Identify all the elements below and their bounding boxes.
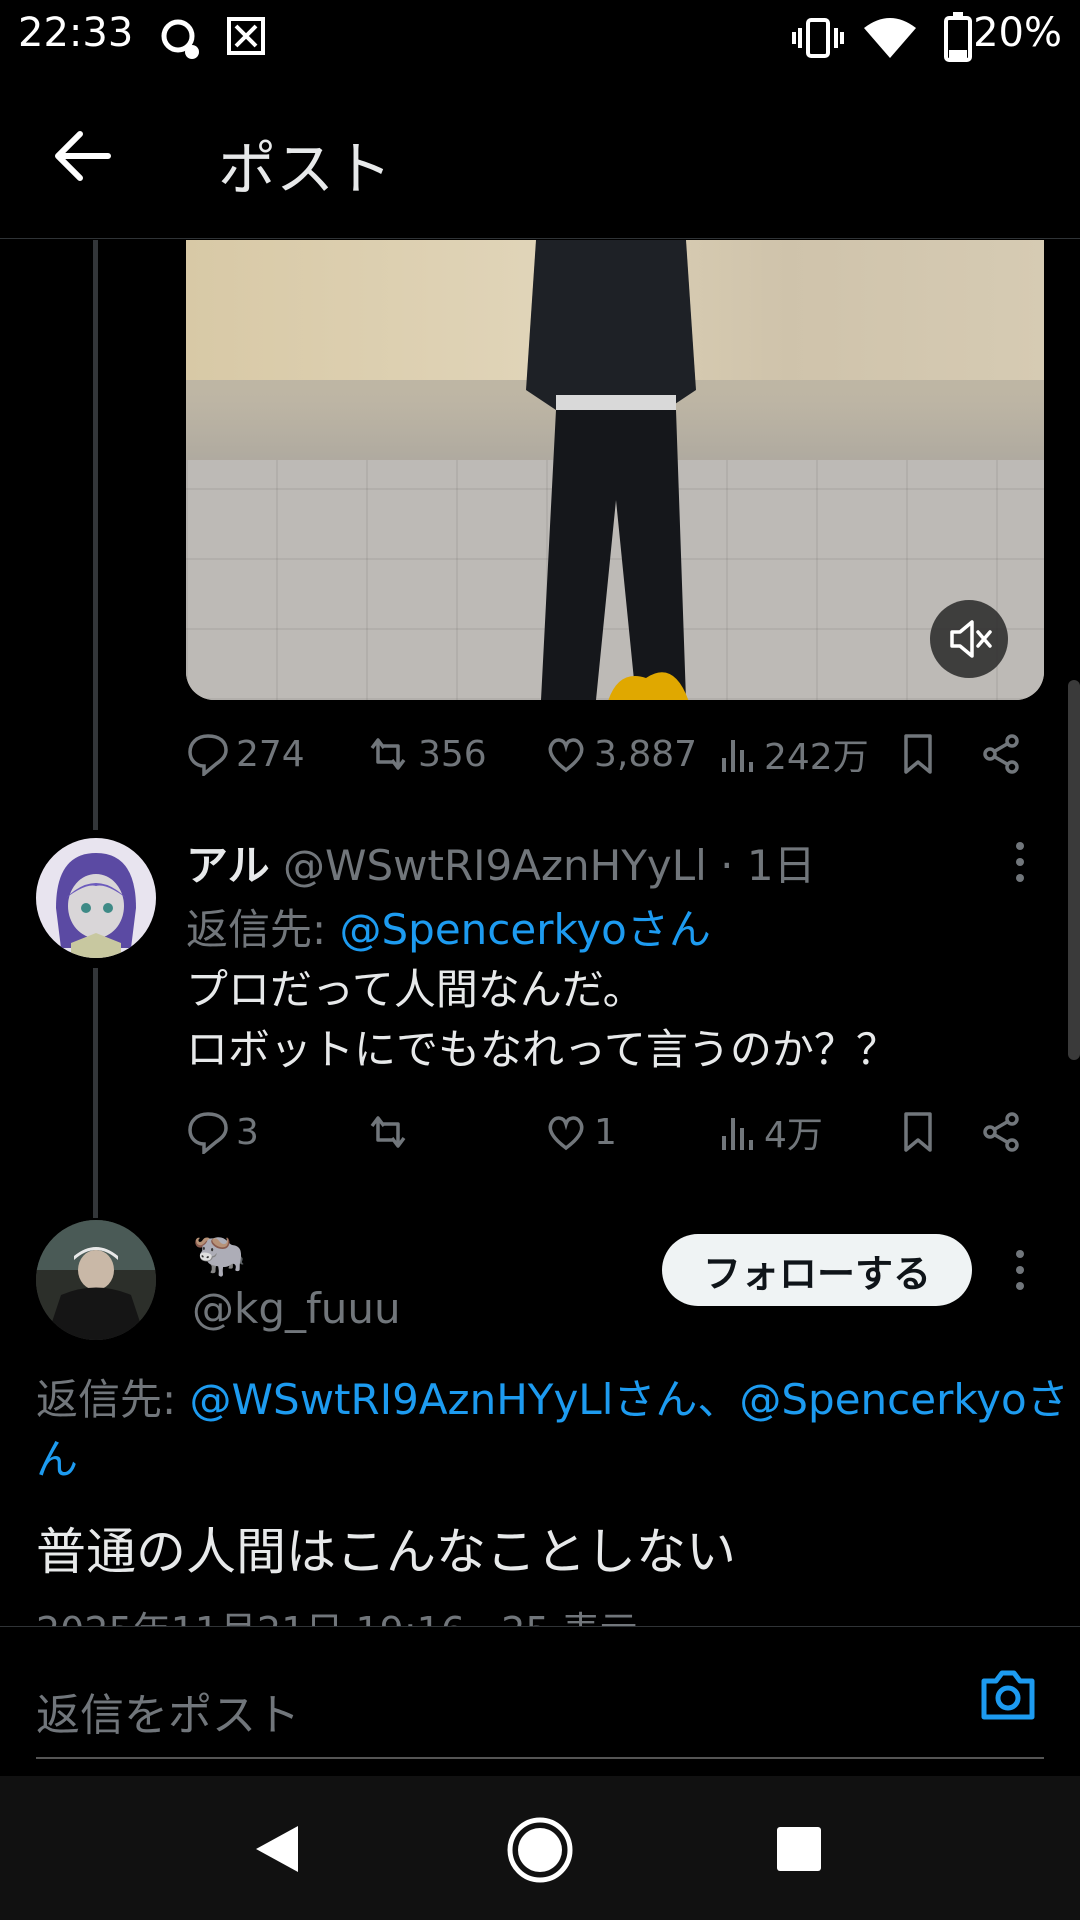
- post-video[interactable]: [186, 240, 1044, 700]
- like-count: 3,887: [594, 733, 698, 775]
- views-icon: [722, 1118, 753, 1150]
- reply-to-links-cont[interactable]: ん: [36, 1435, 78, 1484]
- reply-icon: [188, 734, 228, 776]
- status-bar: 22:33 20%: [0, 0, 1080, 76]
- reply-input[interactable]: 返信をポスト: [36, 1679, 300, 1743]
- nav-home-icon[interactable]: [506, 1816, 574, 1884]
- vibrate-icon: [792, 18, 844, 58]
- avatar-reply2[interactable]: [36, 1220, 156, 1340]
- follow-button[interactable]: フォローする: [662, 1234, 972, 1306]
- page-title: ポスト: [218, 135, 393, 203]
- repost-count: 356: [418, 733, 487, 775]
- like-button[interactable]: 3,887: [544, 724, 697, 784]
- views-count: 242万: [764, 737, 869, 778]
- nav-recents-icon[interactable]: [776, 1826, 822, 1872]
- reply-icon: [188, 1112, 228, 1154]
- video-glove: [608, 672, 689, 700]
- reply-to-link[interactable]: @Spencerkyoさん: [340, 905, 711, 954]
- reply1-handle[interactable]: @WSwtRI9AznHYyLl: [283, 841, 707, 890]
- reply1-header: アル @WSwtRI9AznHYyLl · 1日: [186, 832, 816, 893]
- reply2-text: 普通の人間はこんなことしない: [36, 1523, 736, 1581]
- thread-line: [93, 968, 98, 1218]
- app-notification-icon: [161, 19, 199, 59]
- share-icon: [983, 1112, 1019, 1152]
- heart-icon: [548, 738, 584, 773]
- reply-count: 3: [236, 1111, 259, 1153]
- reply2-name[interactable]: 🐃: [192, 1228, 247, 1280]
- reply-count: 274: [236, 733, 305, 775]
- reply-button[interactable]: 274: [186, 724, 305, 784]
- video-person: [526, 240, 696, 700]
- composer-underline: [36, 1757, 1044, 1759]
- repost-button[interactable]: 356: [364, 724, 487, 784]
- reply-button[interactable]: 3: [186, 1102, 259, 1162]
- main-post-actions: 274 356 3,887 242万: [186, 724, 1046, 784]
- avatar-reply1[interactable]: [36, 838, 156, 958]
- like-count: 1: [594, 1111, 617, 1153]
- system-nav-bar: [0, 1776, 1080, 1920]
- reply1-text-line1: プロだって人間なんだ。: [186, 965, 645, 1014]
- repost-icon: [370, 738, 406, 770]
- x-notification-icon: [227, 17, 265, 55]
- reply1-text-line2: ロボットにでもなれって言うのか？？: [186, 1025, 898, 1074]
- reply-to-links[interactable]: @WSwtRI9AznHYyLlさん、@Spencerkyoさ: [190, 1375, 1069, 1424]
- more-options-icon[interactable]: [1012, 840, 1028, 884]
- more-options-icon[interactable]: [1012, 1248, 1028, 1292]
- battery-percent: 20%: [973, 10, 1062, 56]
- reply1-actions: 3 1 4万: [186, 1102, 1046, 1162]
- bookmark-button[interactable]: [898, 724, 938, 784]
- reply1-text: プロだって人間なんだ。 ロボットにでもなれって言うのか？？: [186, 960, 1046, 1080]
- share-button[interactable]: [980, 724, 1024, 784]
- bookmark-icon: [904, 1112, 932, 1152]
- bookmark-icon: [904, 734, 932, 774]
- person-avatar-image: [36, 1220, 156, 1340]
- views-button[interactable]: 4万: [720, 1102, 823, 1162]
- status-time: 22:33: [18, 10, 134, 56]
- reply-to-label: 返信先:: [186, 905, 327, 954]
- views-count: 4万: [764, 1115, 823, 1156]
- views-icon: [722, 740, 753, 772]
- anime-avatar-image: [56, 853, 136, 958]
- views-button[interactable]: 242万: [720, 724, 869, 784]
- thread-line: [93, 240, 98, 830]
- heart-icon: [548, 1116, 584, 1151]
- mute-button[interactable]: [930, 600, 1008, 678]
- wifi-icon: [864, 18, 916, 58]
- reply1-name[interactable]: アル: [186, 841, 270, 890]
- share-icon: [983, 734, 1019, 774]
- repost-icon: [370, 1116, 406, 1148]
- reply-composer: 返信をポスト: [0, 1626, 1080, 1777]
- scrollbar[interactable]: [1068, 680, 1080, 1060]
- reply1-time: · 1日: [720, 841, 816, 890]
- reply1-reply-to: 返信先: @Spencerkyoさん: [186, 896, 711, 957]
- reply-to-label: 返信先:: [36, 1375, 177, 1424]
- like-button[interactable]: 1: [544, 1102, 617, 1162]
- battery-icon: [944, 12, 972, 62]
- muted-speaker-icon: [950, 620, 992, 658]
- bookmark-button[interactable]: [898, 1102, 938, 1162]
- top-app-bar: ポスト: [0, 76, 1080, 239]
- repost-button[interactable]: [364, 1102, 418, 1162]
- reply2-handle[interactable]: @kg_fuuu: [192, 1284, 401, 1333]
- camera-icon[interactable]: [978, 1667, 1038, 1723]
- share-button[interactable]: [980, 1102, 1024, 1162]
- reply2-reply-to: 返信先: @WSwtRI9AznHYyLlさん、@Spencerkyoさ ん: [36, 1370, 1069, 1490]
- back-arrow-icon[interactable]: [48, 126, 118, 186]
- nav-back-icon[interactable]: [252, 1822, 302, 1876]
